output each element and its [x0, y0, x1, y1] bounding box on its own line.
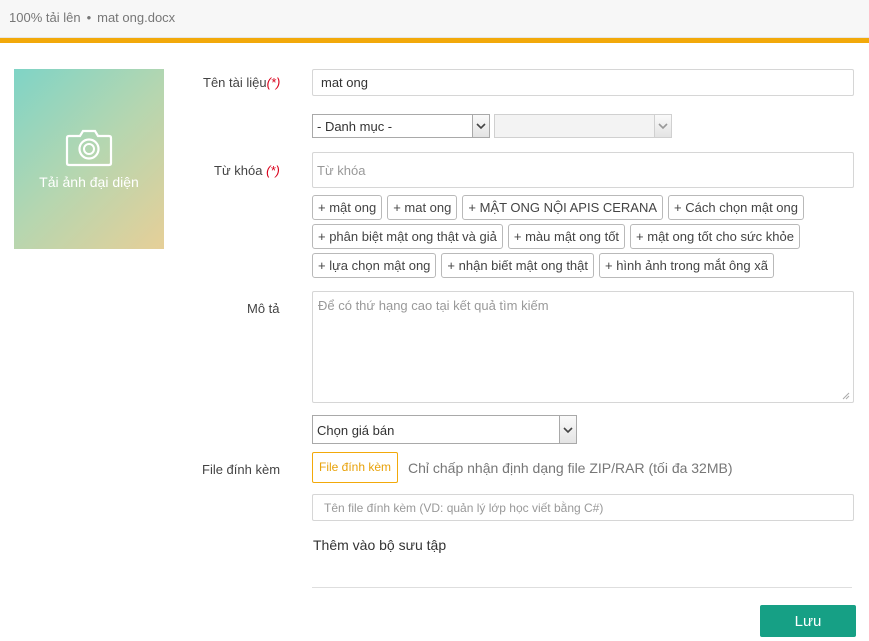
status-separator: •	[86, 10, 92, 25]
divider	[312, 587, 852, 588]
keyword-suggestion-row: + lựa chọn mật ong + nhận biết mật ong t…	[312, 253, 857, 278]
category-select-value: - Danh mục -	[317, 119, 393, 134]
resize-grip-icon[interactable]	[840, 390, 850, 400]
upload-status: 100% tải lên • mat ong.docx	[9, 10, 175, 25]
keyword-suggestion-tag[interactable]: + nhận biết mật ong thật	[441, 253, 594, 278]
keyword-label-text: Từ khóa	[214, 163, 263, 178]
chevron-down-icon	[654, 115, 671, 137]
keyword-suggestion-tag[interactable]: + mật ong tốt cho sức khỏe	[630, 224, 800, 249]
title-required-mark: (*)	[266, 75, 281, 90]
keyword-required-mark: (*)	[266, 163, 280, 178]
camera-icon	[65, 129, 113, 167]
attachment-upload-button[interactable]: File đính kèm	[312, 452, 398, 483]
keyword-suggestion-tag[interactable]: + hình ảnh trong mắt ông xã	[599, 253, 774, 278]
description-textarea[interactable]	[312, 291, 854, 403]
keyword-suggestion-tag[interactable]: + mật ong	[312, 195, 383, 220]
keyword-suggestion-tag[interactable]: + lựa chọn mật ong	[312, 253, 437, 278]
add-to-collection-title: Thêm vào bộ sưu tập	[313, 537, 447, 553]
title-label: Tên tài liệu(*)	[203, 75, 280, 90]
category-select[interactable]: - Danh mục -	[312, 114, 490, 138]
keyword-suggestion-tag[interactable]: + Cách chọn mật ong	[668, 195, 804, 220]
progress-bar	[0, 38, 869, 43]
keyword-suggestion-row: + phân biệt mật ong thật và giả + màu mậ…	[312, 224, 857, 249]
keyword-label: Từ khóa (*)	[214, 163, 280, 178]
upload-progress-text: 100% tải lên	[9, 10, 81, 25]
keyword-suggestion-tag[interactable]: + mat ong	[387, 195, 458, 220]
attachment-label: File đính kèm	[202, 462, 281, 477]
thumbnail-upload-button[interactable]: Tải ảnh đại diện	[14, 69, 164, 249]
price-select[interactable]: Chọn giá bán	[312, 415, 577, 444]
subcategory-select[interactable]	[494, 114, 672, 138]
save-button[interactable]: Lưu	[760, 605, 856, 637]
attachment-name-input[interactable]	[312, 494, 854, 521]
keyword-suggestion-row: + mật ong + mat ong + MẬT ONG NỘI APIS C…	[312, 195, 857, 220]
keyword-input[interactable]	[312, 152, 854, 188]
keyword-suggestions: + mật ong + mat ong + MẬT ONG NỘI APIS C…	[312, 195, 857, 282]
attachment-format-note: Chỉ chấp nhận định dạng file ZIP/RAR (tố…	[408, 460, 733, 476]
keyword-suggestion-tag[interactable]: + màu mật ong tốt	[507, 224, 626, 249]
chevron-down-icon	[559, 416, 576, 443]
description-label: Mô tả	[247, 301, 280, 316]
keyword-suggestion-tag[interactable]: + phân biệt mật ong thật và giả	[312, 224, 503, 249]
price-select-value: Chọn giá bán	[317, 423, 395, 438]
thumbnail-upload-caption: Tải ảnh đại diện	[39, 174, 139, 190]
upload-status-bar: 100% tải lên • mat ong.docx	[0, 0, 869, 38]
title-input[interactable]	[312, 69, 854, 96]
uploaded-file-name: mat ong.docx	[97, 10, 176, 25]
title-label-text: Tên tài liệu	[203, 75, 267, 90]
keyword-suggestion-tag[interactable]: + MẬT ONG NỘI APIS CERANA	[462, 195, 664, 220]
chevron-down-icon	[472, 115, 489, 137]
